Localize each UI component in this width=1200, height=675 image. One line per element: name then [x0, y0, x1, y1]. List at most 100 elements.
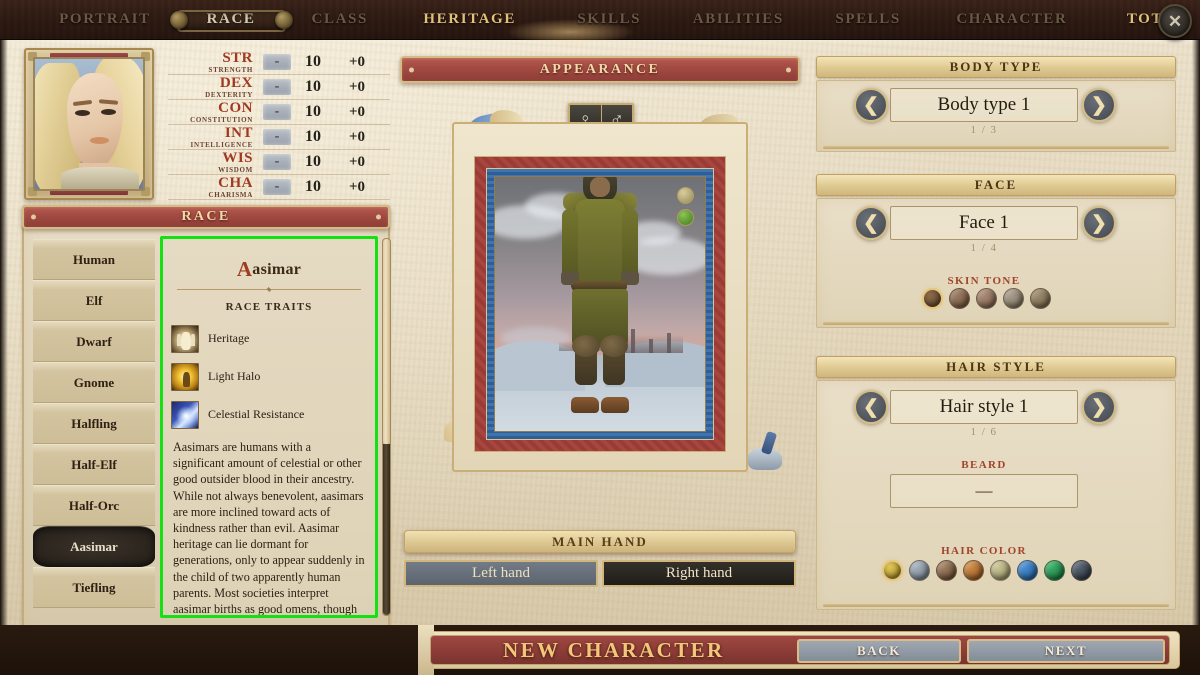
tab-character[interactable]: CHARACTER [942, 11, 1081, 28]
face-value[interactable]: Face 1 [890, 206, 1078, 240]
stat-abbr-str: STR [222, 49, 253, 66]
body-type-counter: 1 / 3 [970, 124, 998, 136]
hair-color-swatch-3[interactable] [936, 560, 957, 581]
figure-boot-right [601, 397, 629, 413]
face-prev-button[interactable]: ❮ [854, 206, 888, 240]
race-description-scrollbar[interactable] [382, 238, 391, 616]
stat-decrement-con[interactable]: - [263, 104, 291, 120]
stat-value-cha: 10 [305, 178, 321, 195]
race-list-item-gnome[interactable]: Gnome [33, 362, 155, 403]
race-title-dropcap: A [236, 257, 253, 281]
tan-view-dot[interactable] [677, 187, 694, 204]
stat-decrement-str[interactable]: - [263, 54, 291, 70]
green-view-dot[interactable] [677, 209, 694, 226]
stat-decrement-dex[interactable]: - [263, 79, 291, 95]
trait-row-celestial-resistance[interactable]: Celestial Resistance [171, 398, 375, 431]
main-hand-banner-label: MAIN HAND [552, 533, 648, 549]
tab-heritage[interactable]: HERITAGE [409, 11, 530, 28]
hair-color-swatch-2[interactable] [909, 560, 930, 581]
body-type-banner-label: BODY TYPE [949, 59, 1043, 74]
top-tab-bar: PORTRAIT RACE CLASS HERITAGE SKILLS ABIL… [0, 0, 1200, 45]
stat-modifier-wis: +0 [348, 153, 366, 170]
stat-value-con: 10 [305, 103, 321, 120]
stat-abbr-dex: DEX [219, 74, 253, 91]
character-creation-screen: PORTRAIT RACE CLASS HERITAGE SKILLS ABIL… [0, 0, 1200, 675]
stat-name-con: CONSTITUTION [190, 115, 253, 124]
back-button[interactable]: BACK [797, 639, 961, 663]
race-list-item-half-orc[interactable]: Half-Orc [33, 485, 155, 526]
character-portrait-frame[interactable] [24, 48, 154, 200]
scrollbar-thumb[interactable] [383, 239, 390, 444]
hair-color-swatch-8[interactable] [1071, 560, 1092, 581]
hair-color-swatch-7[interactable] [1044, 560, 1065, 581]
appearance-banner-label: APPEARANCE [539, 61, 661, 77]
tab-portrait[interactable]: PORTRAIT [45, 11, 164, 28]
right-hand-button[interactable]: Right hand [602, 560, 796, 587]
tab-skills[interactable]: SKILLS [563, 11, 655, 28]
skin-tone-swatch-4[interactable] [1003, 288, 1024, 309]
hair-style-banner-label: HAIR STYLE [946, 359, 1046, 374]
race-list-item-tiefling[interactable]: Tiefling [33, 567, 155, 608]
trait-row-light-halo[interactable]: Light Halo [171, 360, 375, 393]
stat-name-wis: WISDOM [218, 165, 253, 174]
next-button[interactable]: NEXT [967, 639, 1165, 663]
race-list-item-dwarf[interactable]: Dwarf [33, 321, 155, 362]
race-list-item-elf[interactable]: Elf [33, 280, 155, 321]
left-vignette [0, 36, 8, 675]
hair-color-swatch-4[interactable] [963, 560, 984, 581]
hair-style-value[interactable]: Hair style 1 [890, 390, 1078, 424]
stat-abbr-int: INT [224, 124, 253, 141]
tab-race[interactable]: RACE [176, 10, 286, 32]
body-type-next-button[interactable]: ❯ [1082, 88, 1116, 122]
race-list-item-aasimar[interactable]: Aasimar [33, 526, 155, 567]
face-banner: FACE [816, 174, 1176, 196]
left-hand-button[interactable]: Left hand [404, 560, 598, 587]
tab-abilities[interactable]: ABILITIES [679, 11, 798, 28]
face-counter: 1 / 4 [970, 242, 998, 254]
race-list: Human Elf Dwarf Gnome Halfling Half-Elf … [30, 236, 158, 628]
stat-name-int: INTELLIGENCE [190, 140, 253, 149]
skin-tone-swatch-3[interactable] [976, 288, 997, 309]
stat-decrement-int[interactable]: - [263, 129, 291, 145]
character-model-viewport[interactable] [494, 176, 706, 432]
tab-spells[interactable]: SPELLS [821, 11, 914, 28]
stat-decrement-wis[interactable]: - [263, 154, 291, 170]
tab-separator-medallion-1 [165, 7, 193, 33]
stat-decrement-cha[interactable]: - [263, 179, 291, 195]
figure-face [590, 177, 610, 197]
stat-value-wis: 10 [305, 153, 321, 170]
stat-modifier-dex: +0 [348, 78, 366, 95]
hair-color-swatch-6[interactable] [1017, 560, 1038, 581]
figure-arm-right [622, 209, 638, 279]
tab-class[interactable]: CLASS [298, 11, 382, 28]
beard-value[interactable]: — [890, 474, 1078, 508]
close-icon[interactable]: ✕ [1158, 4, 1192, 38]
race-list-item-halfling[interactable]: Halfling [33, 403, 155, 444]
face-next-button[interactable]: ❯ [1082, 206, 1116, 240]
stat-name-dex: DEXTERITY [205, 90, 253, 99]
race-list-item-half-elf[interactable]: Half-Elf [33, 444, 155, 485]
skin-tone-label: SKIN TONE [947, 275, 1021, 287]
hair-color-swatch-1[interactable] [882, 560, 903, 581]
stat-modifier-str: +0 [348, 53, 366, 70]
character-model-card[interactable] [452, 122, 748, 472]
hair-color-swatches [882, 560, 1092, 581]
skin-tone-swatch-5[interactable] [1030, 288, 1051, 309]
scrollbar-track-remainder[interactable] [383, 444, 390, 615]
trait-label-heritage: Heritage [208, 331, 250, 345]
skin-tone-swatch-2[interactable] [949, 288, 970, 309]
body-type-value[interactable]: Body type 1 [890, 88, 1078, 122]
face-banner-label: FACE [974, 177, 1018, 192]
stat-row-dex: DEX DEXTERITY - 10 +0 [168, 75, 390, 100]
hair-style-prev-button[interactable]: ❮ [854, 390, 888, 424]
body-type-prev-button[interactable]: ❮ [854, 88, 888, 122]
trait-row-heritage[interactable]: Heritage [171, 322, 375, 355]
stat-label-int: INT INTELLIGENCE [168, 124, 260, 149]
appearance-banner: APPEARANCE [400, 56, 800, 83]
bottom-bar: NEW CHARACTER BACK NEXT [0, 625, 1200, 675]
race-list-item-human[interactable]: Human [33, 239, 155, 280]
race-title-rest: asimar [252, 261, 302, 278]
hair-color-swatch-5[interactable] [990, 560, 1011, 581]
hair-style-next-button[interactable]: ❯ [1082, 390, 1116, 424]
skin-tone-swatch-1[interactable] [922, 288, 943, 309]
